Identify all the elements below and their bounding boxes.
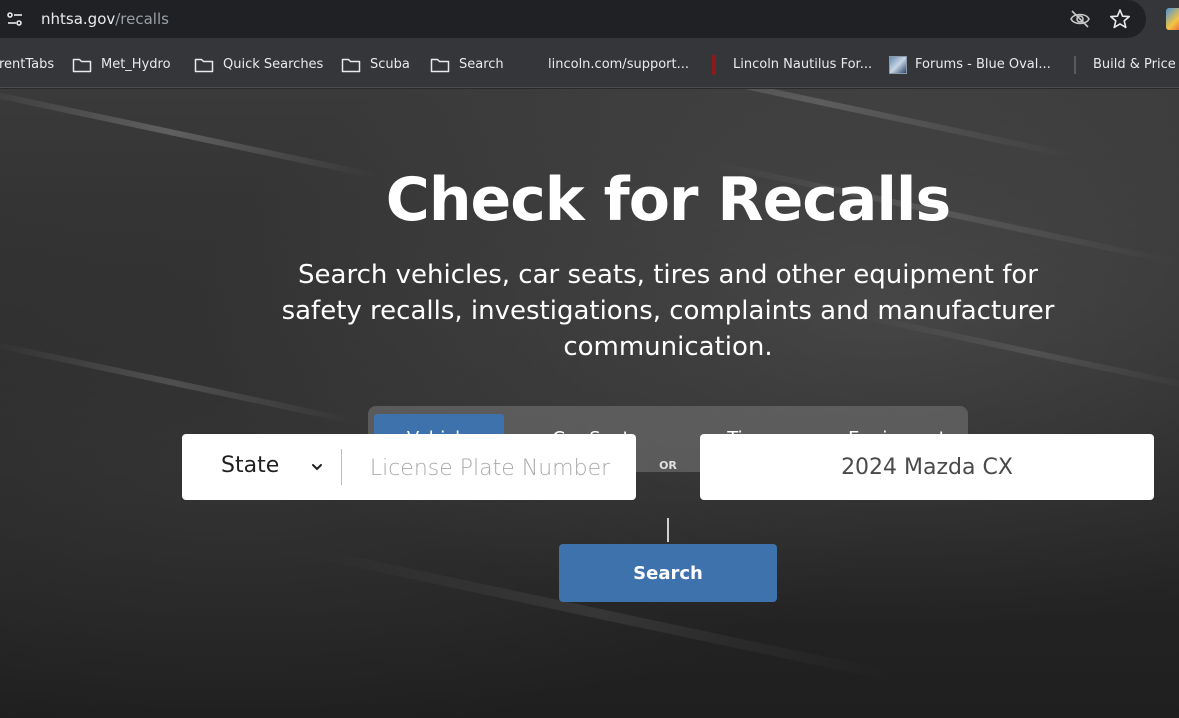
or-label: OR bbox=[659, 459, 677, 472]
state-select-label: State bbox=[221, 453, 280, 478]
address-bar-area: nhtsa.gov/recalls bbox=[0, 0, 1179, 40]
subtitle-line: Search vehicles, car seats, tires and ot… bbox=[298, 260, 1038, 290]
hero-section: Check for Recalls Search vehicles, car s… bbox=[0, 89, 1179, 718]
bookmark-label: Build & Price bbox=[1093, 57, 1176, 72]
bookmark-label: Search bbox=[459, 57, 504, 72]
folder-icon bbox=[72, 58, 92, 73]
url-host: nhtsa.gov bbox=[41, 10, 116, 28]
url-path: /recalls bbox=[115, 10, 169, 28]
favicon-icon bbox=[712, 55, 716, 75]
field-divider bbox=[341, 449, 342, 485]
background-streak bbox=[565, 89, 1075, 159]
extension-icon[interactable] bbox=[1166, 8, 1179, 30]
page-title: Check for Recalls bbox=[385, 165, 951, 235]
bookmark-label: Forums - Blue Oval... bbox=[915, 57, 1051, 72]
folder-icon bbox=[341, 58, 361, 73]
subtitle-line: communication. bbox=[563, 332, 773, 362]
vehicle-search-field bbox=[700, 434, 1154, 500]
favicon-icon bbox=[1074, 56, 1076, 74]
subtitle-line: safety recalls, investigations, complain… bbox=[281, 296, 1055, 326]
url-bar[interactable]: nhtsa.gov/recalls bbox=[0, 0, 1146, 38]
bookmark-label: rentTabs bbox=[0, 57, 55, 72]
or-divider-line bbox=[667, 518, 669, 542]
folder-icon bbox=[430, 58, 450, 73]
star-icon[interactable] bbox=[1109, 8, 1131, 30]
license-plate-input[interactable] bbox=[354, 448, 626, 488]
bookmark-label: lincoln.com/support... bbox=[548, 57, 690, 72]
bookmark-label: Met_Hydro bbox=[101, 57, 171, 72]
url-text[interactable]: nhtsa.gov/recalls bbox=[41, 10, 169, 28]
bookmarks-bar: rentTabs Met_Hydro Quick Searches Scuba … bbox=[0, 40, 1179, 88]
bookmark-label: Quick Searches bbox=[223, 57, 324, 72]
state-select[interactable]: State bbox=[182, 434, 342, 500]
folder-icon bbox=[194, 58, 214, 73]
chevron-down-icon bbox=[312, 464, 322, 471]
eye-off-icon[interactable] bbox=[1069, 9, 1091, 29]
search-button[interactable]: Search bbox=[559, 544, 777, 602]
site-info-icon[interactable] bbox=[6, 10, 24, 28]
bookmark-label: Lincoln Nautilus For... bbox=[733, 57, 873, 72]
favicon-icon bbox=[889, 56, 907, 74]
page-subtitle: Search vehicles, car seats, tires and ot… bbox=[250, 257, 1086, 365]
vehicle-search-input[interactable] bbox=[710, 447, 1144, 487]
plate-search-field: State bbox=[182, 434, 636, 500]
bookmark-label: Scuba bbox=[370, 57, 410, 72]
